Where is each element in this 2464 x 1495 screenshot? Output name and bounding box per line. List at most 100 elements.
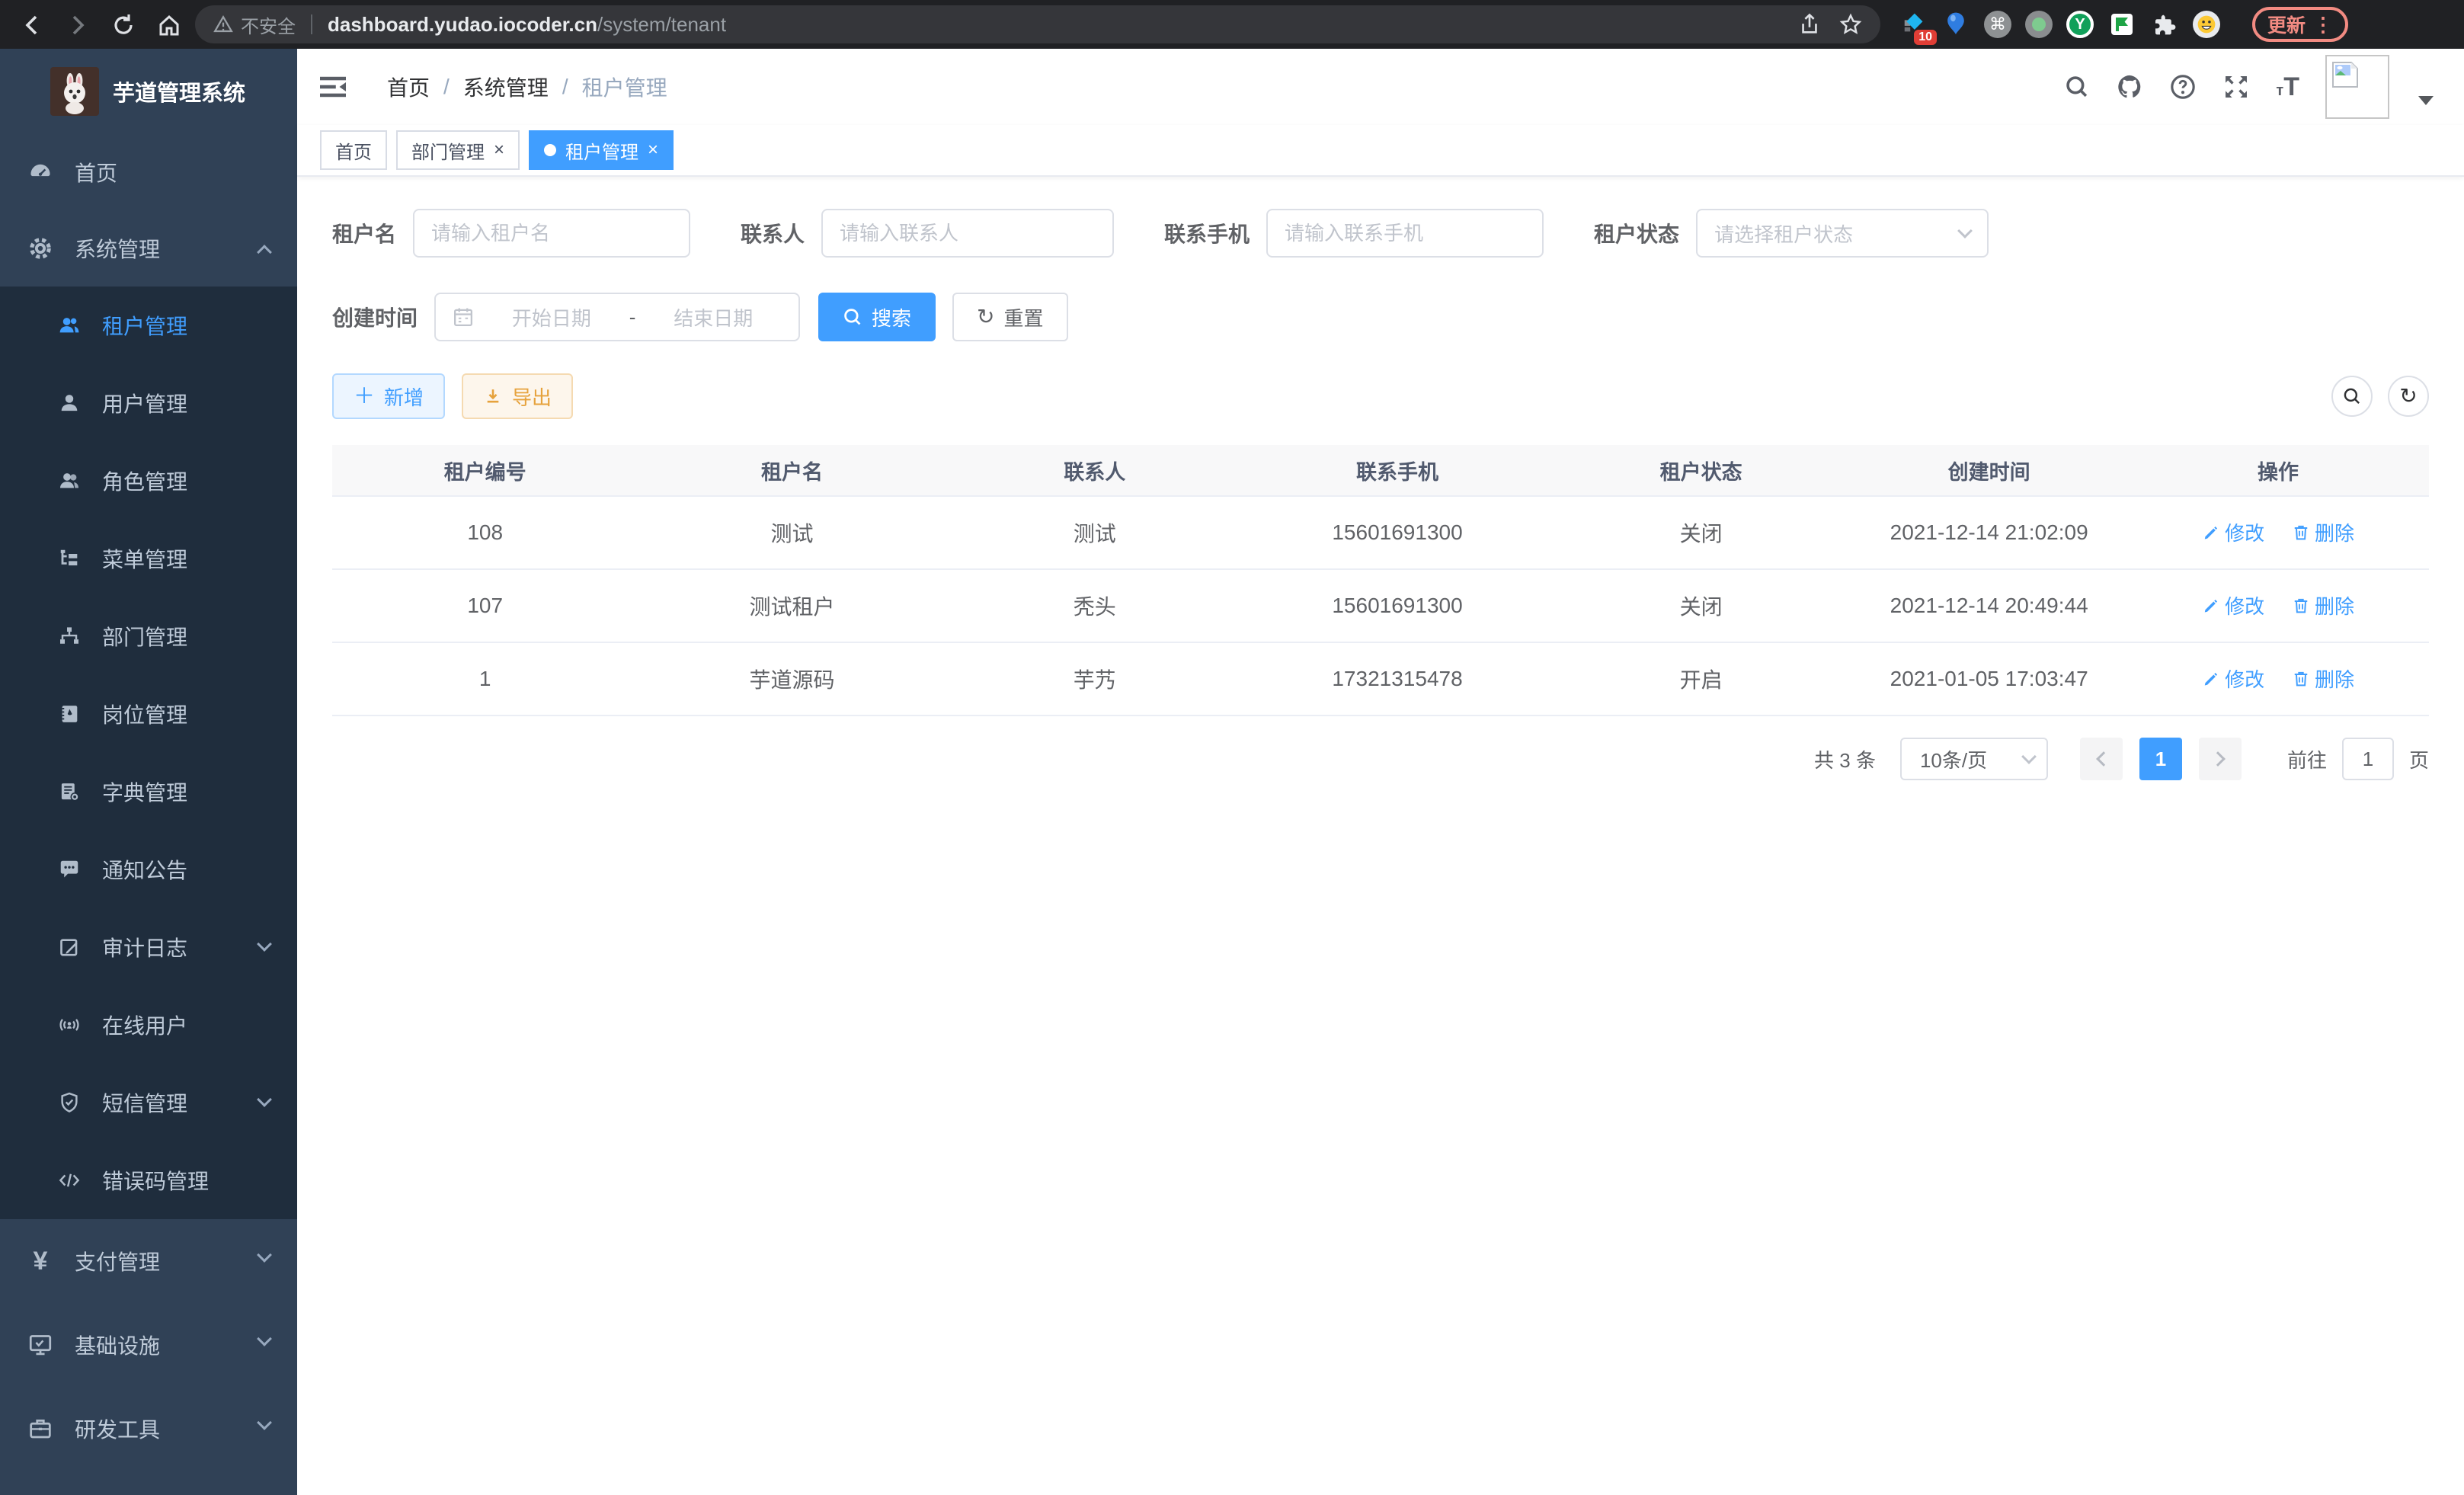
active-tab-dot	[544, 144, 556, 156]
next-page-button[interactable]	[2199, 738, 2242, 780]
show-search-toggle-button[interactable]	[2331, 376, 2373, 417]
sidebar-item-label: 首页	[75, 157, 117, 187]
sidebar-item-menu[interactable]: 菜单管理	[0, 520, 297, 597]
sidebar-item-label: 岗位管理	[102, 699, 187, 729]
sidebar-item-post[interactable]: 岗位管理	[0, 675, 297, 753]
sidebar-item-dict[interactable]: 字典管理	[0, 753, 297, 831]
table-row[interactable]: 108 测试 测试 15601691300 关闭 2021-12-14 21:0…	[332, 497, 2429, 570]
browser-menu-icon[interactable]: ⋮	[2313, 13, 2333, 37]
search-button[interactable]: 搜索	[818, 293, 936, 341]
export-button[interactable]: 导出	[462, 373, 573, 419]
browser-reload-icon[interactable]	[101, 0, 146, 49]
page-size-select[interactable]: 10条/页	[1900, 738, 2048, 780]
tab-home[interactable]: 首页	[320, 130, 387, 170]
contact-input[interactable]	[840, 222, 1096, 245]
address-bar[interactable]: 不安全 dashboard.yudao.iocoder.cn /system/t…	[195, 5, 1880, 43]
sidebar-item-label: 错误码管理	[102, 1165, 209, 1196]
avatar[interactable]	[2325, 55, 2389, 119]
sidebar-item-home[interactable]: 首页	[0, 134, 297, 210]
mobile-label: 联系手机	[1164, 218, 1250, 248]
extension-flag-icon[interactable]	[2107, 10, 2136, 39]
refresh-table-button[interactable]: ↻	[2388, 376, 2429, 417]
tab-dept[interactable]: 部门管理 ×	[396, 130, 520, 170]
browser-update-button[interactable]: 更新 ⋮	[2252, 7, 2348, 42]
extension-puzzle-icon[interactable]	[2150, 10, 2179, 39]
sidebar-item-role[interactable]: 角色管理	[0, 442, 297, 520]
sidebar-item-errcode[interactable]: 错误码管理	[0, 1141, 297, 1219]
col-tenant-name: 租户名	[638, 456, 946, 485]
sidebar-toggle-icon[interactable]	[297, 74, 347, 100]
sidebar-item-devtools[interactable]: 研发工具	[0, 1387, 297, 1471]
edit-link[interactable]: 修改	[2202, 518, 2264, 546]
extension-diamond-icon[interactable]: 10	[1899, 10, 1928, 39]
sidebar-item-tenant[interactable]: 租户管理	[0, 287, 297, 364]
cell-tenant-id: 108	[332, 520, 638, 545]
logo-image	[50, 67, 99, 116]
cell-created: 2021-12-14 20:49:44	[1851, 594, 2127, 618]
bookmark-star-icon[interactable]	[1839, 13, 1862, 36]
prev-page-button[interactable]	[2080, 738, 2123, 780]
table-row[interactable]: 1 芋道源码 芋艿 17321315478 开启 2021-01-05 17:0…	[332, 643, 2429, 716]
extension-command-icon[interactable]: ⌘	[1984, 11, 2011, 38]
contact-label: 联系人	[741, 218, 805, 248]
tab-close-icon[interactable]: ×	[648, 141, 658, 159]
sidebar-item-pay[interactable]: ¥ 支付管理	[0, 1219, 297, 1303]
status-select[interactable]: 请选择租户状态	[1696, 209, 1989, 258]
sidebar-item-dept[interactable]: 部门管理	[0, 597, 297, 675]
font-size-icon[interactable]: тT	[2276, 72, 2299, 102]
sidebar-item-label: 研发工具	[75, 1413, 160, 1444]
shield-check-icon	[58, 1091, 81, 1114]
browser-home-icon[interactable]	[146, 0, 192, 49]
tab-label: 部门管理	[411, 137, 485, 164]
col-created: 创建时间	[1851, 456, 2127, 485]
breadcrumb-home[interactable]: 首页	[387, 72, 430, 102]
header-search-icon[interactable]	[2064, 74, 2090, 100]
security-status[interactable]: 不安全	[213, 11, 296, 38]
date-range-picker[interactable]: 开始日期 - 结束日期	[434, 293, 800, 341]
cell-created: 2021-12-14 21:02:09	[1851, 520, 2127, 545]
sidebar-item-sms[interactable]: 短信管理	[0, 1064, 297, 1141]
delete-link[interactable]: 删除	[2292, 518, 2354, 546]
browser-forward-icon[interactable]	[55, 0, 101, 49]
avatar-dropdown-caret-icon[interactable]	[2418, 96, 2434, 105]
extension-badge: 10	[1914, 30, 1937, 45]
delete-link[interactable]: 删除	[2292, 664, 2354, 693]
extension-dot-icon[interactable]	[2025, 11, 2053, 38]
delete-link[interactable]: 删除	[2292, 591, 2354, 619]
sidebar-item-user[interactable]: 用户管理	[0, 364, 297, 442]
fullscreen-icon[interactable]	[2222, 73, 2250, 101]
github-icon[interactable]	[2116, 73, 2143, 101]
reset-button[interactable]: ↻ 重置	[952, 293, 1067, 341]
sidebar-logo[interactable]: 芋道管理系统	[0, 49, 297, 134]
table-row[interactable]: 107 测试租户 秃头 15601691300 关闭 2021-12-14 20…	[332, 570, 2429, 643]
goto-page-input[interactable]	[2342, 738, 2394, 780]
mobile-input[interactable]	[1285, 222, 1525, 245]
extension-avatar-emoji-icon[interactable]	[2193, 11, 2220, 38]
sidebar-item-notice[interactable]: 通知公告	[0, 831, 297, 908]
tab-close-icon[interactable]: ×	[494, 141, 504, 159]
extension-y-icon[interactable]: Y	[2066, 11, 2094, 38]
sidebar-item-infra[interactable]: 基础设施	[0, 1303, 297, 1387]
page-number-button[interactable]: 1	[2139, 738, 2182, 780]
page-content: 租户名 联系人 联系手机	[297, 177, 2464, 1495]
browser-back-icon[interactable]	[9, 0, 55, 49]
trash-icon	[2292, 597, 2310, 615]
help-icon[interactable]	[2169, 73, 2197, 101]
sidebar-item-label: 通知公告	[102, 854, 187, 885]
tab-tenant[interactable]: 租户管理 ×	[529, 130, 674, 170]
sidebar-item-audit-log[interactable]: 审计日志	[0, 908, 297, 986]
sidebar-item-label: 菜单管理	[102, 543, 187, 574]
edit-link[interactable]: 修改	[2202, 664, 2264, 693]
sidebar-item-online-users[interactable]: 在线用户	[0, 986, 297, 1064]
add-button[interactable]: ＋ 新增	[332, 373, 445, 419]
sidebar-item-system[interactable]: 系统管理	[0, 210, 297, 287]
extension-balloon-icon[interactable]	[1941, 10, 1970, 39]
update-label: 更新	[2267, 11, 2306, 38]
tenant-name-input[interactable]	[431, 222, 672, 245]
url-domain: dashboard.yudao.iocoder.cn	[328, 13, 597, 37]
share-icon[interactable]	[1798, 13, 1821, 36]
security-label: 不安全	[241, 11, 296, 38]
org-tree-icon	[58, 625, 81, 648]
breadcrumb-system[interactable]: 系统管理	[463, 72, 549, 102]
edit-link[interactable]: 修改	[2202, 591, 2264, 619]
